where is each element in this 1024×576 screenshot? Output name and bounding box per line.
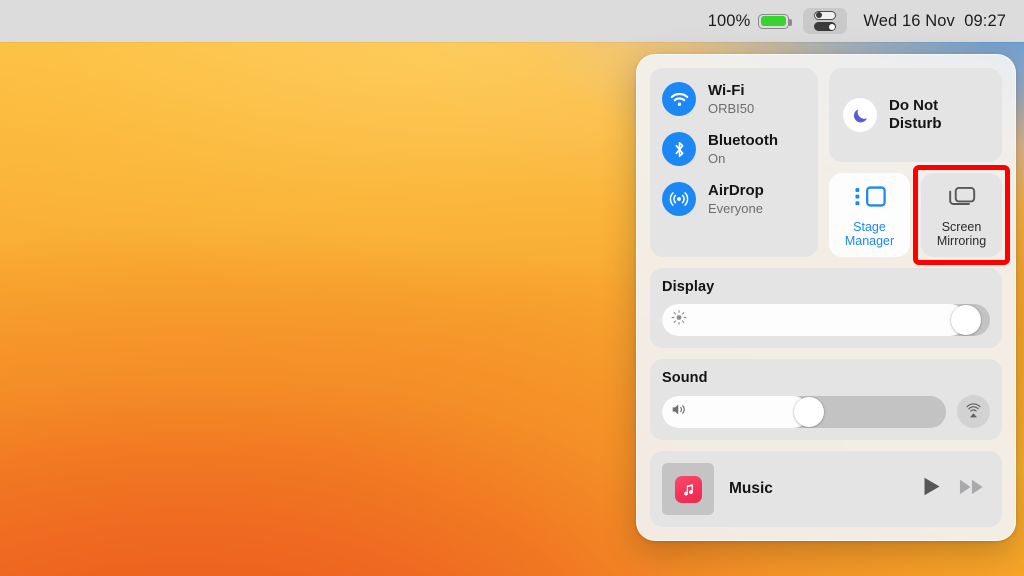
stage-manager-label-line2: Manager [844,234,895,248]
volume-icon [671,402,688,422]
bluetooth-icon[interactable] [662,132,696,167]
play-icon[interactable] [922,476,942,502]
airdrop-row[interactable]: AirDrop Everyone [662,182,806,217]
stage-manager-icon [854,184,886,214]
do-not-disturb-tile[interactable]: Do Not Disturb [829,68,1002,162]
airdrop-text: AirDrop Everyone [708,182,764,216]
music-app-name: Music [729,480,773,497]
bluetooth-text: Bluetooth On [708,132,778,166]
wifi-text: Wi-Fi ORBI50 [708,82,754,116]
battery-percent-label: 100% [707,11,751,30]
stage-manager-label-line1: Stage [853,220,886,234]
sound-title: Sound [662,370,708,386]
dnd-label-line1: Do Not [889,97,939,114]
airdrop-icon[interactable] [662,182,696,217]
desktop-screen: 100% Wed 16 Nov 09:27 Wi-Fi ORBI50 Bluet… [0,0,1024,576]
sound-card: Sound [650,359,1002,440]
screen-mirroring-label-line1: Screen [941,219,982,234]
music-card[interactable]: Music [650,451,1002,527]
airdrop-title: AirDrop [708,182,764,200]
sound-row [662,395,990,428]
battery-status[interactable]: 100% [707,11,792,31]
display-slider-fill [662,304,967,336]
display-card: Display [650,268,1002,348]
toggle-bottom-icon [814,22,837,32]
bluetooth-row[interactable]: Bluetooth On [662,132,806,167]
control-center-top-row: Wi-Fi ORBI50 Bluetooth On AirDrop Everyo… [650,68,1010,265]
wifi-row[interactable]: Wi-Fi ORBI50 [662,82,806,116]
airplay-audio-button[interactable] [957,395,990,428]
control-center-panel: Wi-Fi ORBI50 Bluetooth On AirDrop Everyo… [636,54,1016,541]
control-center-menu-icon[interactable] [803,8,848,34]
stage-manager-tile[interactable]: Stage Manager [829,173,910,257]
do-not-disturb-label: Do Not Disturb [889,97,942,133]
display-slider-knob[interactable] [951,305,982,335]
sound-volume-slider[interactable] [662,395,946,428]
bluetooth-title: Bluetooth [708,132,778,150]
wifi-icon[interactable] [662,82,696,116]
control-center-right-column: Do Not Disturb Stage Manager Screen Mirr… [829,68,1010,265]
wifi-network-name: ORBI50 [708,100,755,116]
music-app-icon [674,475,702,503]
screen-mirroring-label-line2: Mirroring [936,233,987,248]
album-artwork [662,463,714,515]
brightness-icon [671,310,687,331]
battery-fill [760,15,786,27]
dnd-label-line2: Disturb [889,115,942,132]
screen-mirroring-icon [947,185,977,214]
stage-manager-label: Stage Manager [845,220,894,248]
display-title: Display [662,279,715,295]
menu-bar-clock[interactable]: Wed 16 Nov 09:27 [863,12,1006,31]
battery-icon [758,13,792,29]
sound-slider-knob[interactable] [794,396,825,427]
battery-tip [789,18,792,26]
music-controls [922,476,990,502]
bluetooth-state: On [708,150,726,166]
wifi-title: Wi-Fi [708,82,745,99]
fast-forward-icon[interactable] [959,478,984,501]
screen-mirroring-label: Screen Mirroring [937,220,986,248]
airdrop-visibility: Everyone [708,200,763,216]
connectivity-tile: Wi-Fi ORBI50 Bluetooth On AirDrop Everyo… [650,68,818,257]
toggle-top-icon [814,10,837,20]
screen-mirroring-tile[interactable]: Screen Mirroring [921,173,1002,257]
moon-icon [843,98,877,132]
menu-bar: 100% Wed 16 Nov 09:27 [0,0,1024,42]
screen-mirroring-highlight-wrapper: Screen Mirroring [913,165,1010,265]
display-brightness-slider[interactable] [662,304,990,336]
feature-tiles-row: Stage Manager Screen Mirroring [829,165,1010,265]
